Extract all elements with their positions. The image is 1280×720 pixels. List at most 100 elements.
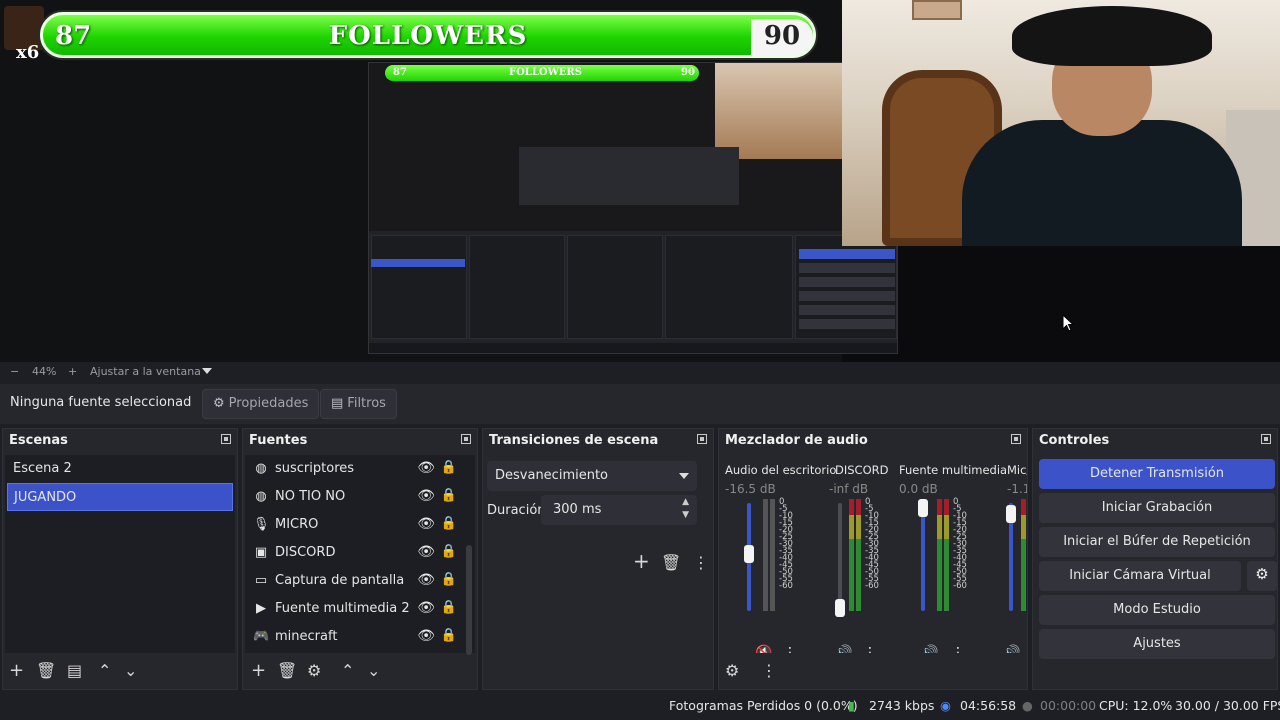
speaker-icon[interactable]: 🔊	[921, 645, 938, 653]
volume-slider-handle[interactable]	[918, 499, 928, 517]
gear-icon: ⚙	[213, 396, 225, 411]
fps: 30.00 / 30.00 FPS	[1175, 698, 1280, 713]
bitrate: 2743 kbps	[869, 698, 935, 713]
transition-select[interactable]: Desvanecimiento	[487, 461, 697, 491]
source-item[interactable]: ◍ suscriptores 👁 🔒	[251, 455, 461, 483]
source-toolbar: Ninguna fuente seleccionad ⚙ Propiedades …	[0, 384, 1280, 424]
start-replay-buffer-button[interactable]: Iniciar el Búfer de Repetición	[1039, 527, 1275, 557]
undock-icon[interactable]	[697, 434, 707, 444]
preview-zoom-bar: − 44% + Ajustar a la ventana	[0, 362, 1280, 382]
scene-filters-icon[interactable]: ▤	[67, 663, 82, 679]
zoom-fit-chevron-down-icon[interactable]	[202, 368, 212, 374]
scene-item-escena-2[interactable]: Escena 2	[7, 455, 233, 483]
move-source-down-chevron-icon[interactable]: ⌄	[367, 663, 380, 679]
channel-menu-kebab-icon[interactable]: ⋮	[951, 645, 965, 653]
visibility-eye-icon[interactable]: 👁	[417, 628, 435, 644]
transition-menu-kebab-icon[interactable]: ⋮	[693, 555, 709, 571]
remove-scene-trash-icon[interactable]: 🗑	[36, 663, 56, 679]
zoom-fit-select[interactable]: Ajustar a la ventana	[90, 365, 201, 378]
move-source-up-chevron-icon[interactable]: ⌃	[341, 663, 354, 679]
visibility-eye-icon[interactable]: 👁	[417, 460, 435, 476]
channel-menu-kebab-icon[interactable]: ⋮	[783, 645, 797, 653]
stream-time: 04:56:58	[960, 698, 1017, 713]
unlock-icon[interactable]: 🔒	[441, 600, 457, 615]
volume-slider-handle[interactable]	[744, 545, 754, 563]
window-capture-icon: ▣	[254, 545, 268, 560]
lock-icon[interactable]: 🔒	[441, 572, 457, 587]
lock-icon[interactable]: 🔒	[441, 460, 457, 475]
visibility-eye-icon[interactable]: 👁	[417, 572, 435, 588]
spin-up-chevron-icon[interactable]: ▲	[682, 497, 689, 507]
remove-source-trash-icon[interactable]: 🗑	[277, 663, 297, 679]
add-transition-plus-icon[interactable]: +	[633, 551, 650, 571]
preview-area[interactable]: x6 87 FOLLOWERS 90 87 FOLLOWERS 90	[0, 0, 1280, 362]
sources-scrollbar[interactable]	[466, 545, 472, 655]
advanced-audio-gears-icon[interactable]: ⚙	[725, 663, 739, 679]
source-properties-gear-icon[interactable]: ⚙	[307, 663, 321, 679]
zoom-in-button[interactable]: +	[68, 365, 77, 378]
volume-slider-handle[interactable]	[1006, 505, 1016, 523]
source-item[interactable]: ▭ Captura de pantalla 👁 🔒	[251, 567, 461, 595]
stop-streaming-button[interactable]: Detener Transmisión	[1039, 459, 1275, 489]
visibility-eye-icon[interactable]: 👁	[417, 600, 435, 616]
volume-slider[interactable]	[838, 503, 842, 611]
obs-window: x6 87 FOLLOWERS 90 87 FOLLOWERS 90 − 44%…	[0, 0, 1280, 720]
scenes-list: Escena 2 JUGANDO	[5, 455, 235, 653]
lock-icon[interactable]: 🔒	[441, 544, 457, 559]
lock-icon[interactable]: 🔒	[441, 488, 457, 503]
studio-mode-button[interactable]: Modo Estudio	[1039, 595, 1275, 625]
speaker-icon[interactable]: 🔊	[1003, 645, 1020, 653]
undock-icon[interactable]	[461, 434, 471, 444]
volume-meter-left	[763, 499, 768, 611]
mouse-cursor-icon	[1062, 314, 1074, 332]
badge-multiplier: x6	[16, 42, 40, 63]
speaker-icon[interactable]: 🔊	[835, 645, 852, 653]
scenes-title: Escenas	[9, 433, 68, 448]
mixer-menu-kebab-icon[interactable]: ⋮	[761, 663, 777, 679]
db-scale: 0 -5 -10 -15 -20 -25 -30 -35 -40 -45 -50 -55 -60	[865, 497, 879, 591]
volume-slider[interactable]	[921, 503, 925, 611]
source-item[interactable]: 🎙 MICRO 👁 🔒	[251, 511, 461, 539]
visibility-eye-icon[interactable]: 👁	[417, 488, 435, 504]
add-scene-plus-icon[interactable]: +	[9, 662, 24, 680]
add-source-plus-icon[interactable]: +	[251, 662, 266, 680]
sources-toolbar: + 🗑 ⚙ ⌃ ⌄	[243, 655, 477, 689]
nested-mixer-panel	[665, 235, 793, 339]
record-time: 00:00:00	[1040, 698, 1097, 713]
scenes-title-bar: Escenas	[3, 429, 237, 453]
channel-menu-kebab-icon[interactable]: ⋮	[863, 645, 877, 653]
volume-meter-right	[770, 499, 775, 611]
filters-button[interactable]: ▤ Filtros	[320, 389, 397, 419]
visibility-eye-icon[interactable]: 👁	[417, 516, 435, 532]
start-virtual-camera-button[interactable]: Iniciar Cámara Virtual	[1039, 561, 1241, 591]
zoom-out-button[interactable]: −	[10, 365, 19, 378]
filter-icon: ▤	[331, 396, 344, 411]
display-capture-icon: ▭	[254, 573, 268, 588]
microphone-icon: 🎙	[253, 517, 270, 532]
source-item[interactable]: 🎮 minecraft 👁 🔒	[251, 623, 461, 651]
undock-icon[interactable]	[1011, 434, 1021, 444]
undock-icon[interactable]	[1261, 434, 1271, 444]
source-item[interactable]: ▶ Fuente multimedia 2 👁 🔒	[251, 595, 461, 623]
muted-speaker-icon[interactable]: 🔇	[755, 645, 772, 653]
move-scene-up-chevron-icon[interactable]: ⌃	[98, 663, 111, 679]
virtual-camera-settings-button[interactable]: ⚙	[1247, 561, 1277, 591]
visibility-eye-icon[interactable]: 👁	[417, 544, 435, 560]
volume-slider-handle[interactable]	[835, 599, 845, 617]
controls-title: Controles	[1039, 433, 1110, 448]
remove-transition-trash-icon[interactable]: 🗑	[661, 555, 681, 571]
start-recording-button[interactable]: Iniciar Grabación	[1039, 493, 1275, 523]
db-scale: 0 -5 -10 -15 -20 -25 -30 -35 -40 -45 -50 -55 -60	[953, 497, 967, 591]
move-scene-down-chevron-icon[interactable]: ⌄	[124, 663, 137, 679]
lock-icon[interactable]: 🔒	[441, 516, 457, 531]
nested-scenes-panel	[371, 235, 467, 339]
scene-item-jugando[interactable]: JUGANDO	[7, 483, 233, 511]
duration-spinbox[interactable]: 300 ms ▲ ▼	[541, 495, 697, 525]
source-item[interactable]: ◍ NO TIO NO 👁 🔒	[251, 483, 461, 511]
properties-button[interactable]: ⚙ Propiedades	[202, 389, 320, 419]
settings-button[interactable]: Ajustes	[1039, 629, 1275, 659]
lock-icon[interactable]: 🔒	[441, 628, 457, 643]
undock-icon[interactable]	[221, 434, 231, 444]
spin-down-chevron-icon[interactable]: ▼	[682, 510, 689, 520]
source-item[interactable]: ▣ DISCORD 👁 🔒	[251, 539, 461, 567]
